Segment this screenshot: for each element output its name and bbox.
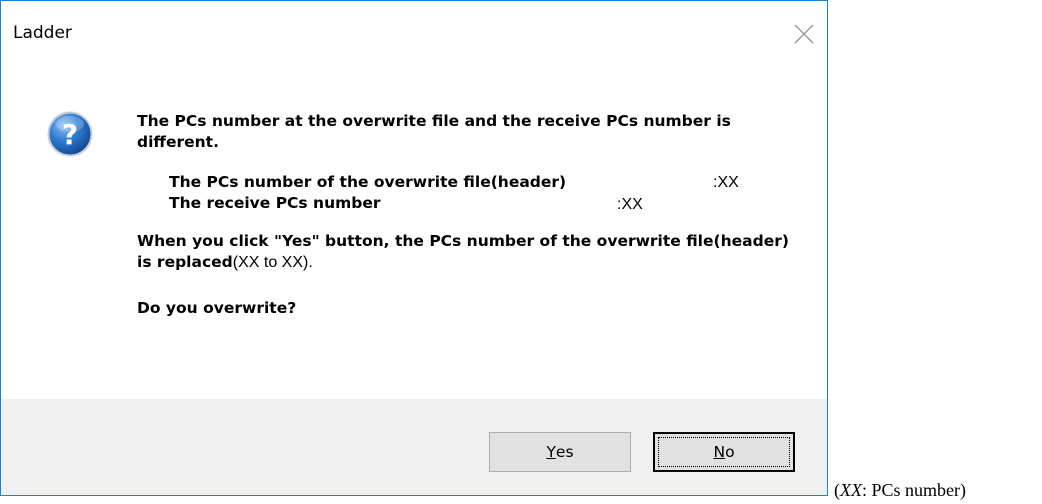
- focus-rectangle: [658, 437, 790, 467]
- detail-row-overwrite: The PCs number of the overwrite file(hea…: [169, 172, 797, 193]
- message-line-1: The PCs number at the overwrite file and…: [137, 112, 731, 151]
- figure-caption: (XX: PCs number): [834, 480, 966, 501]
- caption-rest: : PCs number): [862, 480, 967, 500]
- svg-text:?: ?: [62, 118, 78, 151]
- close-icon: [794, 24, 814, 44]
- detail-row-receive: The receive PCs number :XX: [169, 193, 797, 214]
- detail-label-overwrite: The PCs number of the overwrite file(hea…: [169, 173, 567, 191]
- detail-value-overwrite: :XX: [713, 174, 739, 191]
- detail-label-receive: The receive PCs number: [169, 194, 381, 212]
- message-line-3-normal: (XX to XX).: [232, 254, 313, 271]
- yes-mnemonic: Y: [546, 443, 556, 461]
- detail-value-receive: :XX: [617, 196, 643, 213]
- title-bar[interactable]: Ladder: [1, 1, 827, 61]
- ladder-dialog: Ladder ? The PCs number at the overwrite…: [0, 0, 828, 496]
- yes-label-rest: es: [555, 443, 574, 461]
- detail-block: The PCs number of the overwrite file(hea…: [169, 172, 797, 214]
- message-question: Do you overwrite?: [137, 299, 297, 317]
- message-text: The PCs number at the overwrite file and…: [137, 111, 797, 319]
- caption-italic: XX: [840, 480, 862, 500]
- button-bar: Yes No: [1, 399, 827, 495]
- message-line-3: When you click "Yes" button, the PCs num…: [137, 231, 797, 273]
- message-area: ? The PCs number at the overwrite file a…: [1, 61, 827, 401]
- window-title: Ladder: [13, 23, 72, 43]
- question-icon: ?: [47, 111, 93, 157]
- yes-button[interactable]: Yes: [489, 432, 631, 472]
- close-button[interactable]: [791, 21, 817, 47]
- no-button[interactable]: No: [653, 432, 795, 472]
